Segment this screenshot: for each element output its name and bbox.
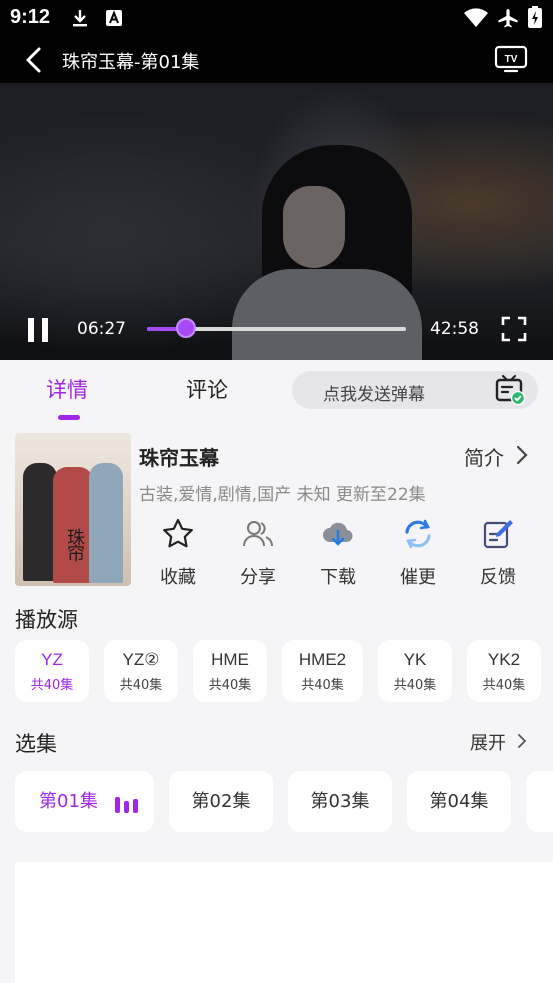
chevron-right-icon[interactable] xyxy=(516,732,528,750)
show-poster[interactable]: 珠帘 xyxy=(15,433,131,586)
chevron-right-icon[interactable] xyxy=(514,445,530,465)
back-icon[interactable] xyxy=(20,46,48,74)
now-playing-icon xyxy=(115,795,145,813)
source-hme[interactable]: HME 共40集 xyxy=(193,640,267,702)
request-update-button[interactable]: 催更 xyxy=(388,517,448,588)
tab-comments[interactable]: 评论 xyxy=(186,374,228,404)
star-icon xyxy=(163,518,193,548)
source-yk[interactable]: YK 共40集 xyxy=(378,640,452,702)
total-time: 42:58 xyxy=(430,319,479,339)
font-a-icon xyxy=(106,10,122,26)
source-yz[interactable]: YZ 共40集 xyxy=(15,640,89,702)
episode-item-partial[interactable] xyxy=(526,771,553,832)
episode-item[interactable]: 第04集 xyxy=(407,771,511,832)
favorite-button[interactable]: 收藏 xyxy=(148,517,208,588)
danmaku-placeholder: 点我发送弹幕 xyxy=(323,385,425,405)
share-people-icon xyxy=(243,521,273,547)
fullscreen-icon[interactable] xyxy=(501,316,527,342)
refresh-icon xyxy=(405,519,431,549)
detail-tabs: 详情 评论 点我发送弹幕 xyxy=(0,360,553,420)
player-title-bar: 珠帘玉幕-第01集 TV xyxy=(0,36,553,84)
episode-item[interactable]: 第01集 xyxy=(15,771,154,832)
danmaku-toggle-icon[interactable] xyxy=(494,374,526,406)
cloud-download-icon xyxy=(323,522,353,546)
feedback-button[interactable]: 反馈 xyxy=(468,517,528,588)
source-hme2[interactable]: HME2 共40集 xyxy=(282,640,363,702)
show-meta: 古装,爱情,剧情,国产 未知 更新至22集 xyxy=(139,485,426,505)
episodes-title: 选集 xyxy=(15,732,57,756)
pause-button[interactable] xyxy=(26,318,50,342)
progress-thumb[interactable] xyxy=(175,318,196,338)
status-bar: 9:12 xyxy=(0,0,553,36)
sources-title: 播放源 xyxy=(15,608,78,632)
source-yz2[interactable]: YZ② 共40集 xyxy=(104,640,178,702)
battery-charging-icon xyxy=(528,6,542,28)
player-controls: 06:27 42:58 xyxy=(0,310,553,350)
status-time: 9:12 xyxy=(10,6,51,28)
airplane-icon xyxy=(498,9,518,28)
episode-item[interactable]: 第02集 xyxy=(169,771,273,832)
tv-cast-icon[interactable]: TV xyxy=(494,44,528,74)
danmaku-input[interactable]: 点我发送弹幕 xyxy=(292,371,538,409)
share-button[interactable]: 分享 xyxy=(228,517,288,588)
wifi-icon xyxy=(464,8,488,27)
episode-item[interactable]: 第03集 xyxy=(288,771,392,832)
player-title: 珠帘玉幕-第01集 xyxy=(62,52,200,73)
tab-details[interactable]: 详情 xyxy=(46,374,88,404)
download-button[interactable]: 下载 xyxy=(308,517,368,588)
expand-link[interactable]: 展开 xyxy=(470,729,506,755)
pause-icon xyxy=(28,318,34,342)
feedback-edit-icon xyxy=(483,520,513,549)
poster-calligraphy: 珠帘 xyxy=(67,528,85,565)
intro-link[interactable]: 简介 xyxy=(464,442,504,471)
current-time: 06:27 xyxy=(77,319,126,339)
tab-indicator xyxy=(58,415,80,420)
download-icon xyxy=(73,10,87,27)
content-card xyxy=(15,862,553,983)
svg-text:TV: TV xyxy=(505,54,518,65)
source-yk2[interactable]: YK2 共40集 xyxy=(467,640,541,702)
show-title: 珠帘玉幕 xyxy=(139,446,219,470)
